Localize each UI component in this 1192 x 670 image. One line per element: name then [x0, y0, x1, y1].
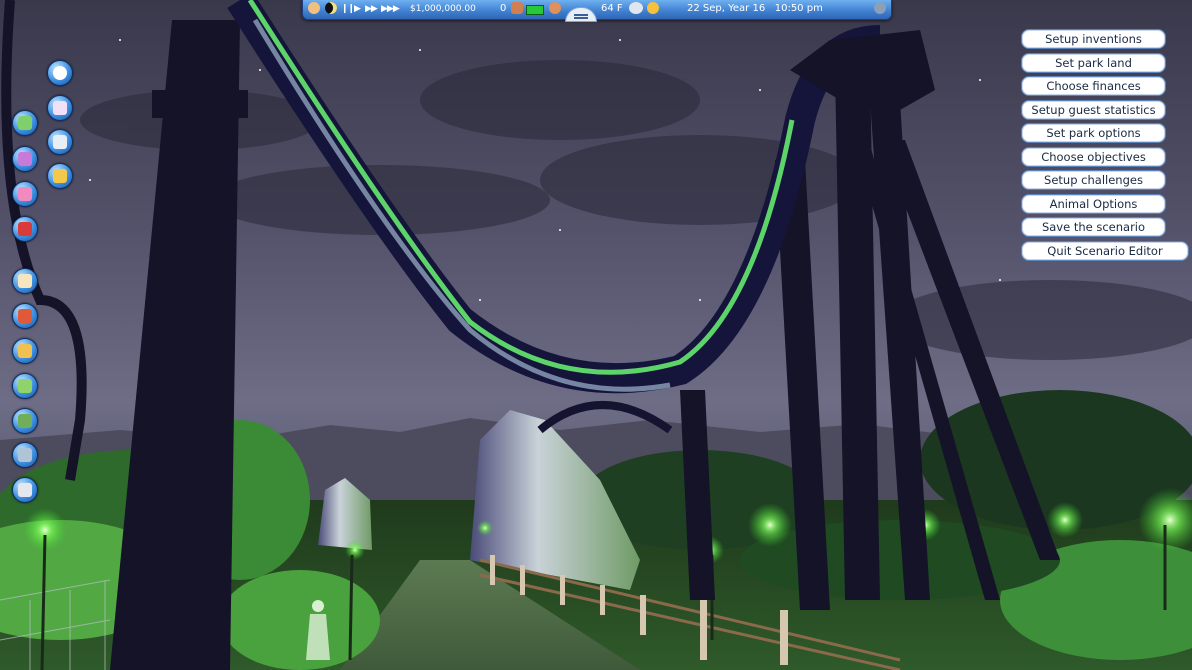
paths-icon[interactable]: [12, 442, 38, 468]
menu-toggle-tab[interactable]: [565, 7, 597, 22]
menu-quit-scenario-editor[interactable]: Quit Scenario Editor: [1021, 241, 1189, 261]
game-viewport[interactable]: [0, 0, 1192, 670]
save-icon[interactable]: [47, 129, 73, 155]
rides-icon[interactable]: [47, 95, 73, 121]
shops-icon[interactable]: [12, 338, 38, 364]
guests-icon[interactable]: [12, 146, 38, 172]
trash-icon[interactable]: [12, 477, 38, 503]
objectives-icon[interactable]: [874, 2, 886, 16]
guests-icon: [511, 2, 523, 16]
day-night-icon[interactable]: [325, 2, 337, 16]
weather-icon: [629, 2, 643, 16]
menu-setup-challenges[interactable]: Setup challenges: [1021, 170, 1166, 190]
staff-icon[interactable]: [12, 181, 38, 207]
terrain-icon[interactable]: [12, 373, 38, 399]
info-icon[interactable]: [47, 60, 73, 86]
status-bar: ❙❙ ▶ ▶▶ ▶▶▶ $1,000,000.00 0 64 F 22 Sep,…: [302, 0, 892, 22]
play-button[interactable]: ▶: [354, 2, 361, 16]
menu-save-scenario[interactable]: Save the scenario: [1021, 217, 1166, 237]
open-folder-icon[interactable]: [47, 163, 73, 189]
scenery-icon[interactable]: [12, 408, 38, 434]
menu-choose-finances[interactable]: Choose finances: [1021, 76, 1166, 96]
messages-icon[interactable]: [12, 303, 38, 329]
menu-animal-options[interactable]: Animal Options: [1021, 194, 1166, 214]
temperature: 64 F: [601, 3, 623, 14]
menu-choose-objectives[interactable]: Choose objectives: [1021, 147, 1166, 167]
fast-button[interactable]: ▶▶: [365, 2, 378, 16]
menu-set-park-land[interactable]: Set park land: [1021, 53, 1166, 73]
map-icon[interactable]: [12, 110, 38, 136]
finance-icon[interactable]: [12, 268, 38, 294]
rating-icon: [549, 2, 561, 16]
menu-set-park-options[interactable]: Set park options: [1021, 123, 1166, 143]
money-display[interactable]: $1,000,000.00: [410, 2, 476, 16]
research-icon[interactable]: [12, 216, 38, 242]
menu-setup-inventions[interactable]: Setup inventions: [1021, 29, 1166, 49]
paw-icon: [647, 2, 659, 16]
date-time: 22 Sep, Year 16 10:50 pm: [687, 3, 823, 14]
fastest-button[interactable]: ▶▶▶: [381, 2, 400, 16]
pause-button[interactable]: ❙❙: [341, 2, 355, 16]
options-icon[interactable]: [308, 2, 320, 16]
park-rating-bar[interactable]: [526, 5, 544, 15]
menu-setup-guest-statistics[interactable]: Setup guest statistics: [1021, 100, 1166, 120]
guest-count[interactable]: 0: [500, 2, 506, 16]
